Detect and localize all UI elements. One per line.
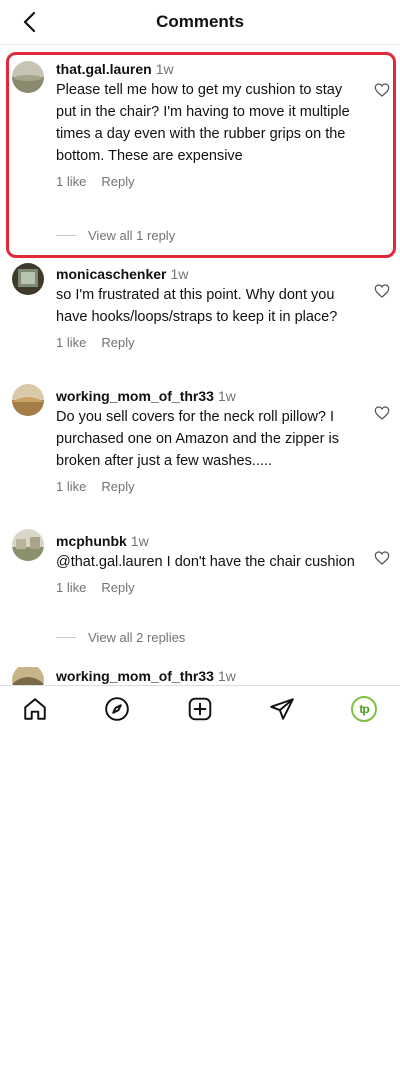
view-replies-label: View all 1 reply bbox=[88, 228, 176, 243]
like-count[interactable]: 1 like bbox=[56, 174, 86, 189]
avatar[interactable] bbox=[12, 529, 44, 561]
comment-username[interactable]: working_mom_of_thr33 bbox=[56, 388, 214, 404]
nav-direct[interactable] bbox=[269, 696, 295, 722]
comment-username[interactable]: working_mom_of_thr33 bbox=[56, 668, 214, 684]
home-icon bbox=[24, 698, 46, 720]
view-replies-button[interactable]: View all 2 replies bbox=[56, 630, 185, 645]
avatar[interactable] bbox=[12, 667, 44, 685]
comment-time: 1w bbox=[155, 61, 174, 77]
compass-icon bbox=[105, 697, 129, 721]
heart-icon[interactable] bbox=[374, 82, 390, 98]
reply-button[interactable]: Reply bbox=[101, 479, 134, 494]
comment-username[interactable]: that.gal.lauren bbox=[56, 61, 152, 77]
avatar[interactable] bbox=[12, 61, 44, 93]
nav-home[interactable] bbox=[22, 696, 48, 722]
send-icon bbox=[270, 698, 294, 720]
comment-text: @that.gal.lauren I don't have the chair … bbox=[56, 554, 355, 570]
like-count[interactable]: 1 like bbox=[56, 479, 86, 494]
comment-text: Do you sell covers for the neck roll pil… bbox=[56, 409, 339, 469]
avatar[interactable] bbox=[12, 263, 44, 295]
heart-icon[interactable] bbox=[374, 283, 390, 299]
reply-button[interactable]: Reply bbox=[101, 335, 134, 350]
nav-explore[interactable] bbox=[104, 696, 130, 722]
comment-time: 1w bbox=[217, 388, 236, 404]
nav-create[interactable] bbox=[187, 696, 213, 722]
reply-button[interactable]: Reply bbox=[101, 580, 134, 595]
comment-username[interactable]: monicaschenker bbox=[56, 266, 167, 282]
divider bbox=[56, 235, 76, 236]
comment-username[interactable]: mcphunbk bbox=[56, 533, 127, 549]
heart-icon[interactable] bbox=[374, 405, 390, 421]
comment-text: so I'm frustrated at this point. Why don… bbox=[56, 287, 338, 325]
like-count[interactable]: 1 like bbox=[56, 335, 86, 350]
reply-button[interactable]: Reply bbox=[101, 174, 134, 189]
comment-item: working_mom_of_thr33 1w bbox=[0, 667, 400, 685]
heart-icon[interactable] bbox=[374, 550, 390, 566]
comment-time: 1w bbox=[217, 668, 236, 684]
like-count[interactable]: 1 like bbox=[56, 580, 86, 595]
view-replies-button[interactable]: View all 1 reply bbox=[56, 228, 175, 243]
divider bbox=[56, 637, 76, 638]
profile-avatar: tp bbox=[351, 696, 377, 722]
avatar[interactable] bbox=[12, 384, 44, 416]
bottom-nav: tp bbox=[0, 685, 400, 732]
page-title: Comments bbox=[156, 12, 244, 31]
plus-square-icon bbox=[188, 697, 212, 721]
view-replies-label: View all 2 replies bbox=[88, 630, 186, 645]
nav-profile[interactable]: tp bbox=[351, 696, 377, 722]
comment-time: 1w bbox=[170, 266, 189, 282]
header: Comments bbox=[0, 0, 400, 45]
comment-time: 1w bbox=[130, 533, 149, 549]
comment-text: Please tell me how to get my cushion to … bbox=[56, 82, 350, 164]
